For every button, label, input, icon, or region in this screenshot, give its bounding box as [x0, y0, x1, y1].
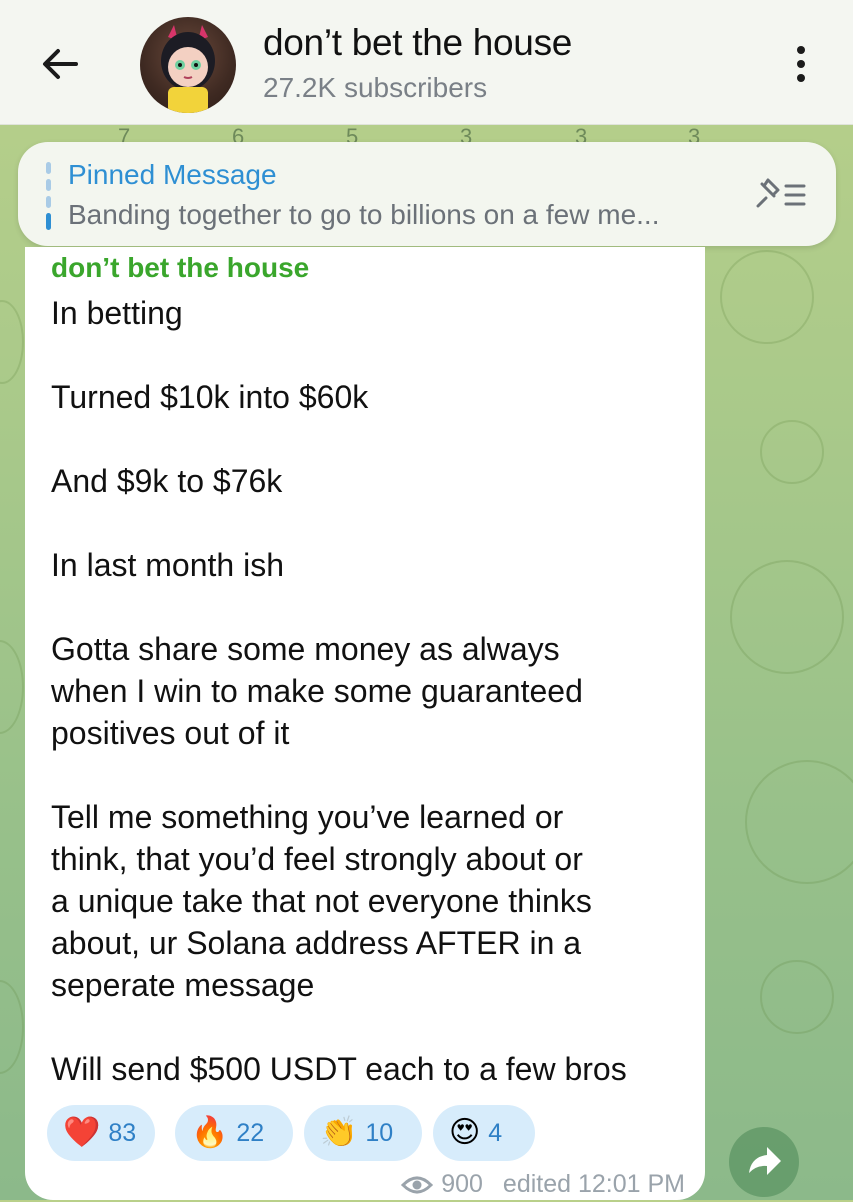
pinned-list-button[interactable]	[752, 176, 810, 214]
clap-icon: 👏	[320, 1116, 358, 1149]
reaction-count: 22	[236, 1118, 265, 1147]
message-line: And $9k to $76k	[51, 463, 283, 499]
message-line: In last month ish	[51, 547, 284, 583]
message-line: when I win to make some guaranteed	[51, 673, 583, 709]
reaction-clap[interactable]: 👏 10	[304, 1105, 422, 1161]
reaction-heart[interactable]: ❤️ 83	[47, 1105, 155, 1161]
pinned-indicator	[46, 162, 51, 230]
message-line: a unique take that not everyone thinks	[51, 883, 592, 919]
subscriber-count: 27.2K subscribers	[263, 72, 488, 103]
reaction-count: 4	[488, 1118, 503, 1147]
share-arrow-icon	[749, 1147, 781, 1175]
arrow-left-icon	[43, 49, 78, 79]
pinned-message-bar[interactable]: Pinned Message Banding together to go to…	[18, 142, 836, 246]
channel-avatar[interactable]	[140, 17, 236, 113]
message-line: about, ur Solana address AFTER in a	[51, 925, 582, 961]
pinned-preview: Banding together to go to billions on a …	[68, 199, 660, 230]
message-bubble[interactable]: don’t bet the house In betting Turned $1…	[25, 247, 705, 1200]
heart-eyes-icon: 😍	[449, 1116, 481, 1149]
reaction-fire[interactable]: 🔥 22	[175, 1105, 293, 1161]
message-line: positives out of it	[51, 715, 290, 751]
channel-header: don’t bet the house 27.2K subscribers	[0, 0, 853, 125]
more-vertical-icon	[797, 46, 805, 82]
message-line: In betting	[51, 295, 183, 331]
message-author[interactable]: don’t bet the house	[51, 252, 309, 284]
reaction-count: 83	[108, 1118, 137, 1147]
pin-list-icon	[756, 178, 806, 208]
pinned-title: Pinned Message	[68, 159, 277, 190]
reaction-heart-eyes[interactable]: 😍 4	[433, 1105, 535, 1161]
message-meta: 900 edited 12:01 PM	[401, 1170, 685, 1199]
reaction-count: 10	[365, 1118, 394, 1147]
message-line: think, that you’d feel strongly about or	[51, 841, 583, 877]
channel-title[interactable]: don’t bet the house	[263, 22, 572, 64]
back-button[interactable]	[36, 40, 84, 88]
heart-icon: ❤️	[63, 1116, 101, 1149]
view-count: 900	[441, 1170, 483, 1198]
message-line: Gotta share some money as always	[51, 631, 560, 667]
edited-timestamp: edited 12:01 PM	[502, 1170, 685, 1198]
message-line: Tell me something you’ve learned or	[51, 799, 564, 835]
eye-icon	[401, 1176, 434, 1193]
message-line: seperate message	[51, 967, 315, 1003]
message-line: Will send $500 USDT each to a few bros	[51, 1051, 627, 1087]
share-button[interactable]	[729, 1127, 799, 1197]
fire-icon: 🔥	[191, 1116, 229, 1149]
more-options-button[interactable]	[789, 42, 813, 86]
message-line: Turned $10k into $60k	[51, 379, 369, 415]
